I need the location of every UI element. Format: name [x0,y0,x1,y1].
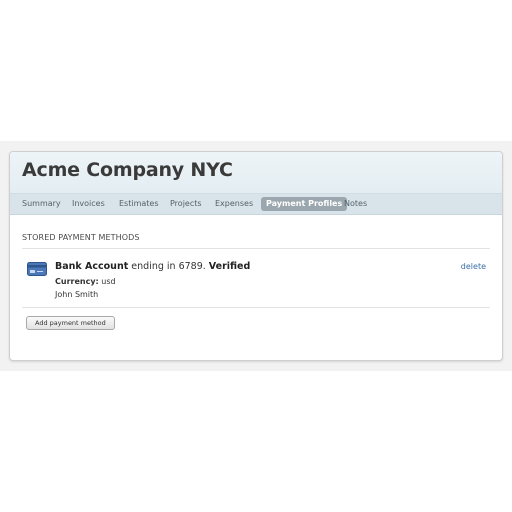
tab-invoices[interactable]: Invoices [72,197,105,211]
method-ending: ending in 6789. [131,261,206,272]
panel-header: Acme Company NYC [10,152,502,194]
section-divider [22,248,490,249]
tab-expenses[interactable]: Expenses [215,197,253,211]
currency-value: usd [101,277,116,286]
add-payment-method-button[interactable]: Add payment method [26,316,115,330]
tab-projects[interactable]: Projects [170,197,202,211]
account-holder: John Smith [55,290,99,299]
list-divider [22,307,490,308]
section-heading: STORED PAYMENT METHODS [22,233,140,242]
method-type: Bank Account [55,261,129,272]
tab-estimates[interactable]: Estimates [119,197,159,211]
method-status: Verified [208,261,251,272]
tab-notes[interactable]: Notes [344,197,367,211]
client-panel: Acme Company NYC Summary Invoices Estima… [9,151,503,361]
delete-link[interactable]: delete [461,262,486,271]
payment-method-summary: Bank Account ending in 6789. Verified [55,261,250,272]
currency-row: Currency: usd [55,277,116,286]
currency-label: Currency: [55,277,99,286]
tab-payment-profiles[interactable]: Payment Profiles [261,197,348,211]
tab-summary[interactable]: Summary [22,197,61,211]
tab-bar: Summary Invoices Estimates Projects Expe… [10,194,502,215]
credit-card-icon [27,261,47,276]
page-title: Acme Company NYC [22,159,233,181]
